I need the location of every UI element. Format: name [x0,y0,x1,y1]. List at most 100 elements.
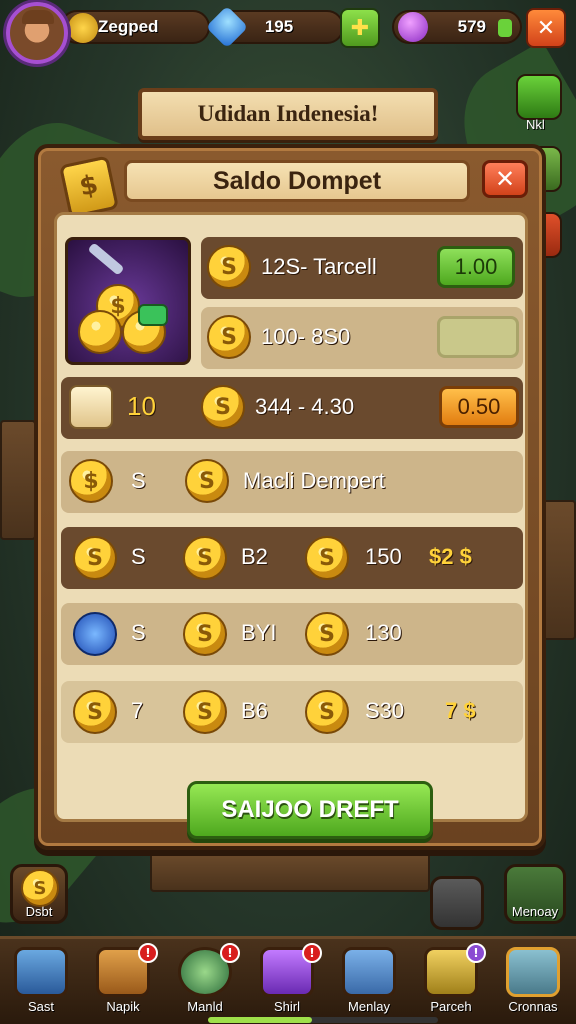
progress-bar [208,1017,438,1023]
green-indicator-icon [498,19,512,37]
nav-label: Shirl [273,999,300,1014]
treasure-image: $ [65,237,191,365]
wallet-row[interactable]: 10 S 344 - 4.30 0.50 [61,377,523,439]
disabled-button [437,316,519,358]
nav-label: Manld [187,999,223,1014]
coin-icon [68,13,98,43]
nav-item-parceh[interactable]: Parceh ! [418,943,486,1019]
coin-icon: S [183,612,227,656]
panel-body: $ S 12S- Tarcell 1.00 S 100- 8S0 10 S 34… [54,212,528,839]
action-button-label: SAIJOO DREFT [221,796,399,823]
dsbt-button[interactable]: S Dsbt [10,864,68,924]
row-label: 344 - 4.30 [255,394,355,419]
row-left: S [131,544,146,569]
nav-label: Sast [27,999,54,1014]
wallet-row[interactable]: S S BYI S 130 [61,603,523,665]
nav-item-sast[interactable]: Sast [8,945,74,1019]
row-mid: B2 [241,544,268,569]
sword-icon [87,242,125,276]
row-left: S [131,468,146,493]
coin-icon: S [73,536,117,580]
gem-icon [205,5,249,49]
coin-icon: S [305,690,349,734]
coin-icon [78,310,122,354]
wallet-row[interactable]: S 12S- Tarcell 1.00 [201,237,523,299]
wallet-row[interactable]: S 7 S B6 S S30 7 $ [61,681,523,743]
avatar[interactable] [6,2,68,64]
wallet-row[interactable]: S 100- 8S0 [201,307,523,369]
nav-label: Menlay [348,999,390,1014]
coin-icon: S [21,869,59,907]
coin-counter[interactable]: 579 [392,10,522,44]
add-gems-button[interactable]: ✚ [340,8,380,48]
menoay-label: Menoay [511,904,559,919]
row-label: 12S- Tarcell [261,254,377,279]
gem-count: 195 [264,17,294,36]
wallet-panel: Saldo Dompet ✕ $ S 12S- Tarcell 1.00 S 1… [34,144,546,850]
close-top-button[interactable]: ✕ [526,8,566,48]
coin-icon: S [305,536,349,580]
coin-icon: S [185,459,229,503]
nav-label: Napik [106,999,140,1014]
row-right: 130 [365,620,402,645]
wallet-row[interactable]: S S S B2 S 150 $2 $ [61,527,523,589]
row-label: Macli Dempert [243,468,385,493]
player-name: Zegped [98,17,159,36]
notification-badge: ! [302,943,322,963]
cube-icon [342,947,396,997]
panel-header: Saldo Dompet [124,160,470,202]
select-button[interactable]: 0.50 [439,386,519,428]
wood-plank [0,420,36,540]
row-extra: 7 $ [445,698,476,723]
notification-badge: ! [138,943,158,963]
panel-close-button[interactable]: ✕ [482,160,528,198]
menoay-button[interactable]: Menoay [504,864,566,924]
row-mid: B6 [241,698,268,723]
title-banner: Udidan Indenesia! [138,88,438,140]
panel-title: Saldo Dompet [212,166,382,195]
row-left: 7 [131,698,144,723]
coin-icon: S [207,315,251,359]
coin-icon: S [207,245,251,289]
tools-icon [506,947,560,997]
row-label: 100- 8S0 [261,324,351,349]
top-hud: Zegped 195 ✚ 579 ✕ [0,0,576,60]
blue-gem-icon [73,612,117,656]
nav-item-menlay[interactable]: Menlay [336,945,402,1019]
nav-item-napik[interactable]: Napik ! [90,943,158,1019]
notification-badge: ! [466,943,486,963]
row-left: S [131,620,146,645]
coin-icon: S [183,690,227,734]
bottom-nav: Sast Napik ! Manld ! Shirl ! Menlay Parc… [0,936,576,1024]
nav-item-shirl[interactable]: Shirl ! [254,943,322,1019]
nav-item-cronnas[interactable]: Cronnas [500,945,566,1019]
nav-label: Cronnas [508,999,558,1014]
coin-icon: S [183,536,227,580]
coin-icon: $ [69,459,113,503]
player-name-pill[interactable]: Zegped [60,10,210,44]
coin-icon: S [305,612,349,656]
side-reward-label: Nkl [526,117,545,132]
wallet-row[interactable]: $ S S Macli Dempert [61,451,523,513]
row-right: 150 [365,544,402,569]
row-mid: BYI [241,620,277,645]
chest-icon [14,947,68,997]
gem-icon [138,304,168,326]
orb-icon [398,12,428,42]
side-reward-button[interactable]: Nkl [516,74,562,132]
coin-icon: S [201,385,245,429]
saldo-action-button[interactable]: SAIJOO DREFT [187,781,433,839]
coin-count: 579 [457,17,486,36]
row-extra: $2 $ [429,544,472,569]
row-count: 10 [127,391,156,421]
settings-button[interactable] [430,876,484,930]
wood-plank [150,852,430,892]
banner-title: Udidan Indenesia! [197,101,379,126]
row-right: S30 [365,698,405,723]
nav-item-manld[interactable]: Manld ! [172,943,240,1019]
dice-icon [69,385,113,429]
notification-badge: ! [220,943,240,963]
coin-icon: S [73,690,117,734]
select-button[interactable]: 1.00 [437,246,515,288]
gem-counter[interactable]: 195 [205,5,344,49]
